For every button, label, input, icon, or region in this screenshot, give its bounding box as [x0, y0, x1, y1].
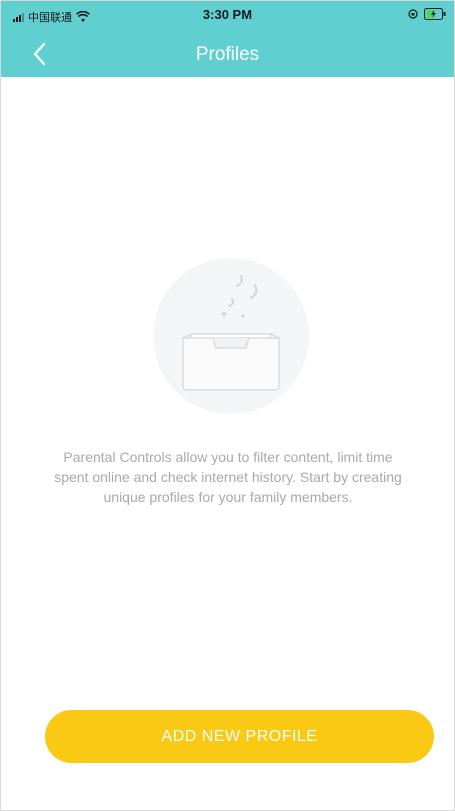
orientation-lock-icon — [408, 9, 418, 19]
page-title: Profiles — [195, 44, 260, 65]
status-time: 3:30 PM — [202, 7, 253, 22]
empty-tray-icon — [153, 258, 309, 414]
nav-bar: Profiles — [1, 31, 454, 77]
add-new-profile-button[interactable]: ADD NEW PROFILE — [45, 710, 434, 763]
status-bar: 中国联通 3:30 PM — [1, 1, 454, 31]
status-right — [408, 8, 446, 20]
empty-state-message: Parental Controls allow you to filter co… — [54, 449, 402, 505]
app-screen: 中国联通 3:30 PM Profiles Parental Controls … — [0, 0, 455, 811]
battery-icon — [424, 8, 446, 20]
